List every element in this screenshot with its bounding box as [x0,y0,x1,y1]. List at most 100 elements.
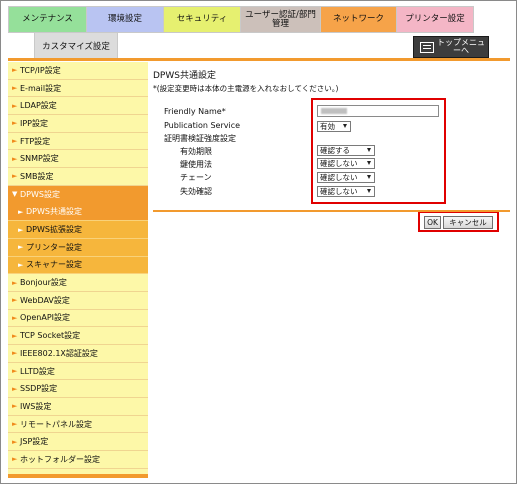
sidebar-item-tcp-socket[interactable]: ► TCP Socket設定 [8,327,148,345]
sidebar-item-label: FTP設定 [20,136,51,146]
sidebar-item-label: SSDP設定 [20,384,58,394]
arrow-icon: ► [18,225,24,234]
ok-button[interactable]: OK [424,216,441,229]
content-divider [153,210,510,212]
sidebar-item-snmp[interactable]: ► SNMP設定 [8,150,148,169]
select-value: 確認する [320,146,350,155]
sidebar-item-label: リモートパネル設定 [20,419,92,429]
tab-environment[interactable]: 環境設定 [86,6,163,33]
sidebar-item-label: OpenAPI設定 [20,313,71,323]
sidebar-item-jsp[interactable]: ► JSP設定 [8,433,148,452]
sidebar-item-label: Bonjour設定 [20,278,67,288]
arrow-icon: ► [12,137,18,146]
sidebar-item-ipp[interactable]: ► IPP設定 [8,115,148,133]
sidebar-item-label: IEEE802.1X認証設定 [20,348,98,358]
arrow-icon: ► [12,331,18,340]
sidebar-item-openapi[interactable]: ► OpenAPI設定 [8,310,148,328]
sidebar-item-email[interactable]: ► E-mail設定 [8,80,148,98]
cert-chain-label: チェーン [180,173,212,182]
top-menu-button[interactable]: トップメニューへ [413,36,489,58]
cert-expiry-select[interactable]: 確認する [317,145,375,156]
top-tabs: メンテナンス 環境設定 セキュリティ ユーザー認証/部門管理 ネットワーク プリ… [8,6,474,33]
sidebar-item-label: プリンター設定 [26,242,82,252]
sidebar-item-label: IWS設定 [20,401,52,411]
sidebar-item-ftp[interactable]: ► FTP設定 [8,133,148,151]
chevron-down-icon [343,124,347,128]
arrow-icon: ► [12,402,18,411]
publication-service-label: Publication Service [164,121,241,130]
main-panel: DPWS共通設定 *(設定変更時は本体の主電源を入れなおしてください。) [153,68,510,94]
chevron-down-icon [367,161,371,165]
cert-expiry-label: 有効期限 [180,147,212,156]
sidebar-item-dpws-printer[interactable]: ► プリンター設定 [8,238,148,257]
sidebar-item-label: スキャナー設定 [26,260,82,270]
sidebar-item-label: E-mail設定 [20,83,62,93]
sidebar-item-label: SMB設定 [20,171,54,181]
cancel-button[interactable]: キャンセル [443,216,493,229]
sidebar-item-tcpip[interactable]: ► TCP/IP設定 [8,62,148,80]
sidebar-item-smb[interactable]: ► SMB設定 [8,168,148,186]
sidebar-item-label: IPP設定 [20,118,49,128]
sidebar-item-label: DPWS共通設定 [26,207,82,217]
arrow-icon: ► [12,420,18,429]
arrow-icon: ► [12,154,18,163]
cert-key-usage-label: 鍵使用法 [180,160,212,169]
top-menu-label: トップメニューへ [437,38,485,55]
cert-key-usage-select[interactable]: 確認しない [317,158,375,169]
select-value: 確認しない [320,159,358,168]
sidebar-item-dpws-extension[interactable]: ► DPWS拡張設定 [8,221,148,239]
chevron-down-icon [367,148,371,152]
arrow-icon: ► [12,384,18,393]
arrow-icon: ► [12,66,18,75]
cert-revocation-label: 失効確認 [180,187,212,196]
publication-service-select[interactable]: 有効 [317,121,351,132]
cert-section-label: 証明書検証強度設定 [164,134,236,143]
header-divider [8,58,510,61]
sidebar-bottom-bar [8,474,148,478]
sidebar: ► TCP/IP設定 ► E-mail設定 ► LDAP設定 ► IPP設定 ► FTP設… [8,62,148,478]
chevron-down-icon [367,189,371,193]
tab-customize[interactable]: カスタマイズ設定 [34,33,118,59]
sidebar-item-iws[interactable]: ► IWS設定 [8,398,148,416]
tab-maintenance[interactable]: メンテナンス [8,6,86,33]
sidebar-item-ssdp[interactable]: ► SSDP設定 [8,380,148,399]
arrow-icon: ► [12,84,18,93]
sidebar-item-label: DPWS拡張設定 [26,225,82,235]
arrow-icon: ► [12,367,18,376]
arrow-icon: ► [12,437,18,446]
tab-printer[interactable]: プリンター設定 [396,6,474,33]
arrow-icon: ► [12,278,18,287]
arrow-icon: ► [12,101,18,110]
redacted-value [321,108,347,114]
sidebar-item-dpws[interactable]: ▼ DPWS設定 [8,185,148,204]
arrow-icon: ► [12,119,18,128]
sidebar-item-bonjour[interactable]: ► Bonjour設定 [8,274,148,292]
tab-user-auth[interactable]: ユーザー認証/部門管理 [240,6,320,33]
arrow-icon: ► [18,260,24,269]
sidebar-item-ieee8021x[interactable]: ► IEEE802.1X認証設定 [8,345,148,363]
page-note: *(設定変更時は本体の主電源を入れなおしてください。) [153,84,339,93]
cert-chain-select[interactable]: 確認しない [317,172,375,183]
sidebar-item-label: LDAP設定 [20,101,57,111]
arrow-icon: ► [18,207,24,216]
sidebar-item-label: WebDAV設定 [20,295,70,305]
sidebar-item-hot-folder[interactable]: ► ホットフォルダー設定 [8,451,148,469]
sidebar-item-label: LLTD設定 [20,366,55,376]
sidebar-item-remote-panel[interactable]: ► リモートパネル設定 [8,416,148,434]
sidebar-item-label: SNMP設定 [20,154,59,164]
friendly-name-input[interactable] [317,105,439,117]
sidebar-item-dpws-common[interactable]: ► DPWS共通設定 [8,203,148,222]
cert-revocation-select[interactable]: 確認しない [317,186,375,197]
chevron-down-icon [367,175,371,179]
arrow-icon: ► [12,296,18,305]
sidebar-item-dpws-scanner[interactable]: ► スキャナー設定 [8,256,148,275]
tab-network[interactable]: ネットワーク [320,6,396,33]
sidebar-item-ldap[interactable]: ► LDAP設定 [8,97,148,116]
arrow-icon: ► [12,172,18,181]
sidebar-item-label: ホットフォルダー設定 [20,454,100,464]
sidebar-item-lltd[interactable]: ► LLTD設定 [8,363,148,381]
arrow-icon: ► [12,455,18,464]
sidebar-item-label: DPWS設定 [20,189,60,199]
sidebar-item-webdav[interactable]: ► WebDAV設定 [8,292,148,310]
tab-security[interactable]: セキュリティ [163,6,240,33]
